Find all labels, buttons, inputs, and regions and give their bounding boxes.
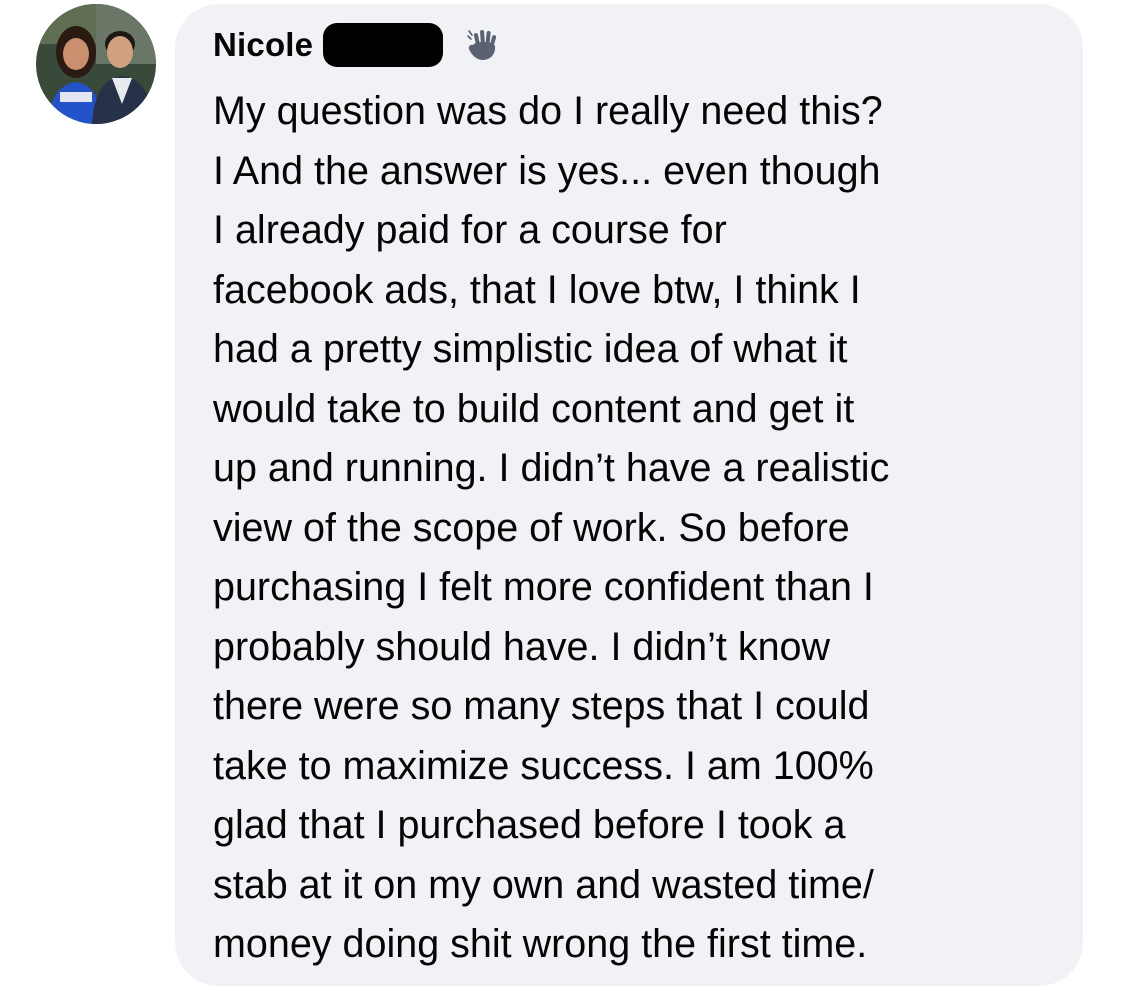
comment-line: probably should have. I didn’t know (213, 624, 831, 669)
redacted-surname (323, 23, 444, 67)
comment-line: facebook ads, that I love btw, I think I (213, 267, 861, 312)
comment-line: My question was do I really need this? (213, 89, 883, 133)
comment-line: I already paid for a course for (213, 208, 727, 252)
comment-bubble: Nicole My question was do I really need … (175, 4, 1083, 986)
comment-line: up and running. I didn’t have a realisti… (213, 446, 890, 490)
comment-line: glad that I purchased before I took a (213, 803, 846, 847)
comment-header: Nicole (213, 18, 501, 72)
comment-line: would take to build content and get it (213, 386, 855, 431)
comment-text: My question was do I really need this? I… (213, 82, 1073, 975)
avatar-photo (36, 4, 156, 124)
comment-line: money doing shit wrong the first time. (213, 922, 868, 966)
comment-line: there were so many steps that I could (213, 684, 870, 728)
comment-line: take to maximize success. I am 100% (213, 743, 874, 788)
comment-line: stab at it on my own and wasted time/ (213, 862, 874, 907)
avatar[interactable] (36, 4, 156, 124)
wave-hand-icon (465, 27, 501, 63)
comment-line: purchasing I felt more confident than I (213, 565, 874, 609)
author-name[interactable]: Nicole (213, 26, 313, 64)
comment-line: had a pretty simplistic idea of what it (213, 327, 848, 371)
comment-line: I And the answer is yes... even though (213, 148, 881, 193)
comment-line: view of the scope of work. So before (213, 505, 850, 550)
